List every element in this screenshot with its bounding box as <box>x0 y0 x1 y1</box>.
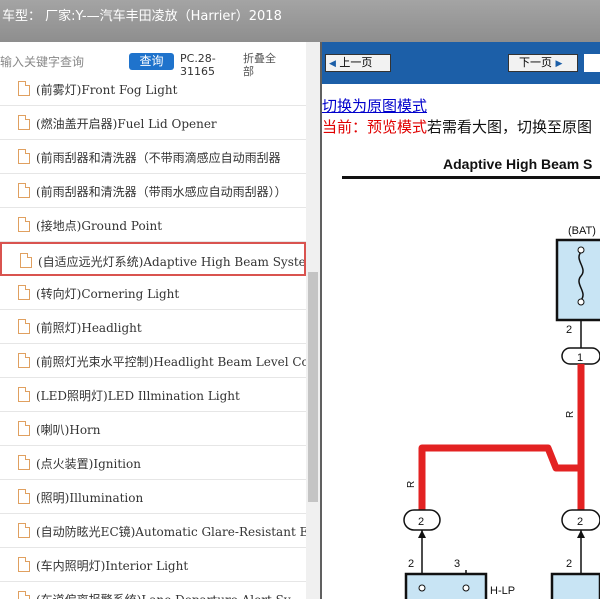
tree-item-label: (车内照明灯)Interior Light <box>36 559 189 573</box>
document-icon <box>18 217 30 232</box>
pc-code-label: PC.28-31165 <box>180 52 216 78</box>
document-icon <box>18 149 30 164</box>
document-icon <box>18 319 30 334</box>
tree-item-label: (前照灯光束水平控制)Headlight Beam Level Co <box>36 355 306 369</box>
preview-mode-line: 当前：预览模式若需看大图，切换至原图 <box>322 116 592 137</box>
tree-item[interactable]: (前雨刮器和清洗器（带雨水感应自动雨刮器）） <box>0 174 306 208</box>
relay-terminal-1 <box>418 584 426 592</box>
pin-label-3: 3 <box>454 558 460 570</box>
wire-r-label-2: R <box>406 481 417 488</box>
bat-label: (BAT) <box>568 225 596 237</box>
viewer-nav-bar: ◀ 上一页 下一页 ▶ <box>322 42 600 84</box>
next-page-label: 下一页 <box>519 56 552 69</box>
relay-terminal-2 <box>462 584 470 592</box>
tree-item-label: (车道偏离报警系统)Lane Departure Alert Sy <box>36 591 291 599</box>
switch-original-link[interactable]: 切换为原图模式 <box>322 95 427 116</box>
hlp-relay-box <box>404 572 488 599</box>
document-icon <box>18 183 30 198</box>
tree-item[interactable]: (车内照明灯)Interior Light <box>0 548 306 582</box>
tree-item-label: (前雨刮器和清洗器（带雨水感应自动雨刮器）） <box>36 185 287 199</box>
tree-item[interactable]: (接地点)Ground Point <box>0 208 306 242</box>
window-title: 车型： 厂家:Y-—汽车丰田凌放（Harrier）2018 <box>2 9 282 24</box>
viewer-pane: ◀ 上一页 下一页 ▶ 切换为原图模式 当前：预览模式若需看大图，切换至原图 A… <box>322 42 600 599</box>
tree-item[interactable]: (前照灯)Headlight <box>0 310 306 344</box>
document-icon <box>18 421 30 436</box>
tree-item-label: (前雨刮器和清洗器（不带雨滴感应自动雨刮器 <box>36 151 281 165</box>
tree-item-label: (接地点)Ground Point <box>36 219 163 233</box>
document-icon <box>20 253 32 268</box>
document-icon <box>18 115 30 130</box>
tree-item[interactable]: (车道偏离报警系统)Lane Departure Alert Sy <box>0 582 306 599</box>
next-page-button[interactable]: 下一页 ▶ <box>508 54 578 72</box>
preview-hint: 若需看大图，切换至原图 <box>427 118 593 136</box>
search-input[interactable] <box>0 52 118 72</box>
right-arrow-icon: ▶ <box>555 59 563 69</box>
arrow-up-right-icon <box>577 530 585 538</box>
tree-item-label: (照明)Illumination <box>36 491 144 505</box>
window-title-bar: 车型： 厂家:Y-—汽车丰田凌放（Harrier）2018 <box>0 0 600 42</box>
arrow-up-left-icon <box>418 530 426 538</box>
tree-item[interactable]: (自动防眩光EC镜)Automatic Glare-Resistant EC <box>0 514 306 548</box>
preview-mode-label: 当前：预览模式 <box>322 118 428 136</box>
tree-item-selected[interactable]: (自适应远光灯系统)Adaptive High Beam System <box>0 242 306 276</box>
diagram-title: Adaptive High Beam S <box>443 156 592 172</box>
tree-item-label: (自动防眩光EC镜)Automatic Glare-Resistant EC <box>36 525 306 539</box>
document-icon <box>18 455 30 470</box>
document-icon <box>18 591 30 599</box>
tree-item-label: (前雾灯)Front Fog Light <box>36 83 178 97</box>
fuse-terminal-top <box>577 246 585 254</box>
tree-item[interactable]: (燃油盖开启器)Fuel Lid Opener <box>0 106 306 140</box>
tree-item-label: (转向灯)Cornering Light <box>36 287 180 301</box>
tree-item[interactable]: (喇叭)Horn <box>0 412 306 446</box>
tree-item-label: (前照灯)Headlight <box>36 321 142 335</box>
tree-item[interactable]: (前照灯光束水平控制)Headlight Beam Level Co <box>0 344 306 378</box>
tree-item-label: (喇叭)Horn <box>36 423 101 437</box>
document-icon <box>18 81 30 96</box>
tree-item-label: (LED照明灯)LED Illmination Light <box>36 389 240 403</box>
tree-scrollbar[interactable] <box>306 42 320 599</box>
tree-scroll-thumb[interactable] <box>308 272 318 502</box>
document-icon <box>18 285 30 300</box>
document-icon <box>18 489 30 504</box>
tree-item[interactable]: (照明)Illumination <box>0 480 306 514</box>
pin-label-2b: 2 <box>408 558 414 570</box>
document-icon <box>18 353 30 368</box>
pin-label-2c: 2 <box>566 558 572 570</box>
connector-2a-label: 2 <box>418 516 424 528</box>
wire-red-branch <box>418 444 581 510</box>
wire-r-label-1: R <box>565 411 576 418</box>
tree-item-label: (自适应远光灯系统)Adaptive High Beam System <box>38 255 306 269</box>
connector-1-label: 1 <box>577 352 583 364</box>
collapse-all-button[interactable]: 折叠全部 <box>243 52 283 78</box>
document-icon <box>18 523 30 538</box>
nav-overflow-button[interactable] <box>584 54 600 72</box>
diagram-title-rule <box>342 176 600 179</box>
document-icon <box>18 387 30 402</box>
document-tree: (前雾灯)Front Fog Light (燃油盖开启器)Fuel Lid Ope… <box>0 80 306 599</box>
tree-item[interactable]: (点火装置)Ignition <box>0 446 306 480</box>
left-arrow-icon: ◀ <box>329 59 336 69</box>
search-bar: 查询 PC.28-31165 折叠全部 <box>0 42 320 80</box>
prev-page-label: 上一页 <box>339 56 373 69</box>
fuse-terminal-bottom <box>577 298 585 306</box>
document-icon <box>18 557 30 572</box>
pin-label-2a: 2 <box>566 324 572 336</box>
connector-2b-label: 2 <box>577 516 583 528</box>
tree-item[interactable]: (LED照明灯)LED Illmination Light <box>0 378 306 412</box>
left-pane: 查询 PC.28-31165 折叠全部 (前雾灯)Front Fog Light… <box>0 42 320 599</box>
tree-item[interactable]: (转向灯)Cornering Light <box>0 276 306 310</box>
prev-page-button[interactable]: ◀ 上一页 <box>325 54 391 72</box>
right-component-box <box>550 572 600 599</box>
query-button[interactable]: 查询 <box>129 53 174 70</box>
hlp-label: H-LP <box>490 585 515 597</box>
tree-item[interactable]: (前雾灯)Front Fog Light <box>0 80 306 106</box>
tree-item-label: (点火装置)Ignition <box>36 457 141 471</box>
wiring-diagram: Adaptive High Beam S (BAT) 2 1 R R 2 2 2… <box>342 156 600 599</box>
tree-item[interactable]: (前雨刮器和清洗器（不带雨滴感应自动雨刮器 <box>0 140 306 174</box>
tree-item-label: (燃油盖开启器)Fuel Lid Opener <box>36 117 217 131</box>
